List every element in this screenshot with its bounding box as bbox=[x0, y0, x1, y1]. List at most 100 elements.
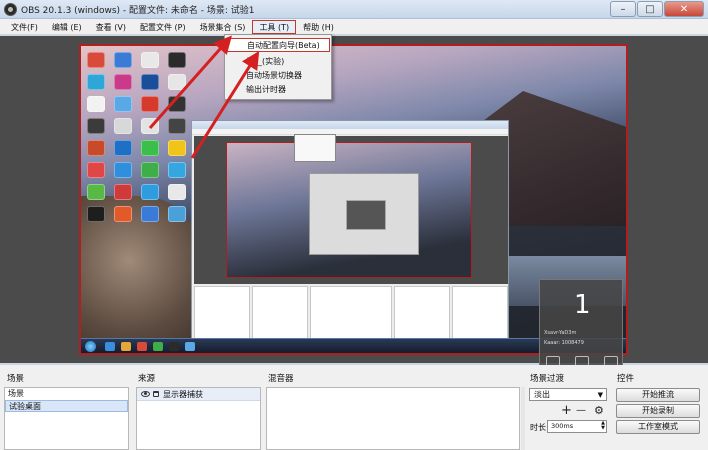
start-recording-button[interactable]: 开始录制 bbox=[616, 404, 700, 418]
transition-select[interactable]: 淡出 ▼ bbox=[529, 388, 607, 401]
minimize-button[interactable]: – bbox=[610, 1, 636, 17]
menu-help[interactable]: 帮助 (H) bbox=[296, 20, 341, 34]
widget-line: Xsavr-YaD3m bbox=[544, 330, 577, 336]
scenes-list[interactable]: 场景 试验桌面 bbox=[4, 387, 129, 450]
desktop-app-icon bbox=[141, 118, 159, 134]
menu-profile[interactable]: 配置文件 (P) bbox=[133, 20, 193, 34]
menu-tools[interactable]: 工具 (T) bbox=[252, 19, 297, 34]
nested-title-bar bbox=[192, 121, 508, 129]
desktop-app-icon bbox=[168, 140, 186, 156]
desktop-app-icon bbox=[168, 162, 186, 178]
bottom-docks: 场景 场景 试验桌面 来源 显示器捕获 混音器 场景过渡 淡出 ▼ + — ⚙ … bbox=[0, 365, 708, 450]
nested-tools-dropdown bbox=[294, 134, 336, 162]
desktop-app-icon bbox=[87, 140, 105, 156]
duration-label: 时长 bbox=[530, 423, 546, 432]
desktop-app-icon bbox=[114, 140, 132, 156]
sources-list[interactable]: 显示器捕获 bbox=[136, 387, 261, 450]
desktop-app-icon bbox=[141, 206, 159, 222]
source-item[interactable]: 显示器捕获 bbox=[137, 388, 260, 401]
nested-obs-window bbox=[191, 120, 509, 352]
taskbar-app-icon bbox=[169, 342, 179, 351]
widget-line: Kaaar: 1008479 bbox=[544, 340, 584, 346]
maximize-button[interactable]: □ bbox=[637, 1, 663, 17]
transitions-header: 场景过渡 bbox=[530, 374, 565, 384]
duration-value: 300ms bbox=[551, 422, 574, 430]
menu-edit[interactable]: 编辑 (E) bbox=[45, 20, 89, 34]
desktop-app-icon bbox=[141, 52, 159, 68]
widget-time: 1 bbox=[574, 290, 591, 320]
desktop-app-icon bbox=[141, 140, 159, 156]
add-transition-button[interactable]: + bbox=[561, 404, 572, 417]
desktop-app-icon bbox=[168, 96, 186, 112]
scene-item[interactable]: 场景 bbox=[5, 388, 128, 400]
nested-menu-bar bbox=[192, 129, 508, 135]
obs-logo-icon bbox=[4, 3, 17, 16]
nested-preview bbox=[194, 136, 508, 284]
desktop-app-icon bbox=[114, 184, 132, 200]
mixer-scrollbar[interactable] bbox=[521, 387, 525, 450]
desktop-app-icon bbox=[168, 74, 186, 90]
menu-experimental-item[interactable]: 标__(实验) bbox=[226, 55, 330, 69]
spinner-arrows-icon[interactable]: ▲ ▼ bbox=[601, 421, 605, 431]
close-button[interactable]: ✕ bbox=[664, 1, 704, 17]
start-orb-icon bbox=[85, 341, 96, 352]
nested-inner-preview bbox=[346, 200, 386, 230]
desktop-app-icon bbox=[168, 118, 186, 134]
taskbar-app-icon bbox=[185, 342, 195, 351]
taskbar-app-icon bbox=[121, 342, 131, 351]
desktop-app-icon bbox=[114, 52, 132, 68]
mixer-panel bbox=[266, 387, 520, 450]
desktop-app-icon bbox=[114, 206, 132, 222]
desktop-app-icon bbox=[87, 118, 105, 134]
eye-icon[interactable] bbox=[141, 391, 150, 397]
menu-view[interactable]: 查看 (V) bbox=[89, 20, 133, 34]
transition-select-value: 淡出 bbox=[534, 390, 550, 399]
desktop-app-icon bbox=[141, 96, 159, 112]
chevron-down-icon: ▼ bbox=[597, 391, 603, 399]
desktop-app-icon bbox=[87, 162, 105, 178]
menu-scene-collection[interactable]: 场景集合 (S) bbox=[193, 20, 253, 34]
lock-icon[interactable] bbox=[153, 391, 159, 397]
window-title: OBS 20.1.3 (windows) - 配置文件: 未命名 - 场景: 试… bbox=[21, 6, 255, 16]
desktop-app-icon bbox=[168, 184, 186, 200]
desktop-app-icon bbox=[168, 52, 186, 68]
nested-inner-window bbox=[309, 173, 419, 255]
menu-file[interactable]: 文件(F) bbox=[4, 20, 45, 34]
nested-canvas bbox=[226, 142, 472, 278]
desktop-app-icon bbox=[114, 96, 132, 112]
clock-widget: 1 Xsavr-YaD3m Kaaar: 1008479 bbox=[539, 279, 623, 374]
title-bar: OBS 20.1.3 (windows) - 配置文件: 未命名 - 场景: 试… bbox=[0, 0, 708, 19]
desktop-app-icon bbox=[168, 206, 186, 222]
start-streaming-button[interactable]: 开始推流 bbox=[616, 388, 700, 402]
desktop-app-icon bbox=[87, 206, 105, 222]
source-item-label: 显示器捕获 bbox=[163, 389, 203, 399]
menu-auto-config-wizard[interactable]: 自动配置向导(Beta) bbox=[226, 38, 330, 52]
menu-auto-scene-switcher[interactable]: 自动场景切换器 bbox=[226, 69, 330, 83]
remove-transition-button[interactable]: — bbox=[576, 405, 586, 417]
desktop-app-icon bbox=[87, 96, 105, 112]
desktop-app-icon bbox=[114, 74, 132, 90]
taskbar-app-icon bbox=[153, 342, 163, 351]
gear-icon[interactable]: ⚙ bbox=[594, 405, 604, 417]
desktop-app-icon bbox=[114, 162, 132, 178]
duration-input[interactable]: 300ms ▲ ▼ bbox=[547, 420, 607, 433]
studio-mode-button[interactable]: 工作室模式 bbox=[616, 420, 700, 434]
mixer-header: 混音器 bbox=[268, 374, 294, 384]
menu-output-timer[interactable]: 输出计时器 bbox=[226, 83, 330, 97]
desktop-app-icon bbox=[141, 184, 159, 200]
taskbar-app-icon bbox=[137, 342, 147, 351]
desktop-app-icon bbox=[87, 184, 105, 200]
taskbar-app-icon bbox=[105, 342, 115, 351]
desktop-app-icon bbox=[141, 162, 159, 178]
menu-bar: 文件(F) 编辑 (E) 查看 (V) 配置文件 (P) 场景集合 (S) 工具… bbox=[0, 19, 708, 35]
sources-header: 来源 bbox=[138, 374, 156, 384]
desktop-app-icon bbox=[114, 118, 132, 134]
tools-dropdown-menu: 自动配置向导(Beta) 标__(实验) 自动场景切换器 输出计时器 bbox=[224, 34, 332, 100]
scene-item-selected[interactable]: 试验桌面 bbox=[5, 400, 128, 412]
desktop-app-icon bbox=[87, 74, 105, 90]
controls-header: 控件 bbox=[617, 374, 635, 384]
desktop-app-icon bbox=[87, 52, 105, 68]
preview-area[interactable]: 1 Xsavr-YaD3m Kaaar: 1008479 bbox=[0, 36, 708, 374]
window-controls: – □ ✕ bbox=[609, 1, 704, 17]
desktop-icon-grid bbox=[87, 52, 197, 222]
